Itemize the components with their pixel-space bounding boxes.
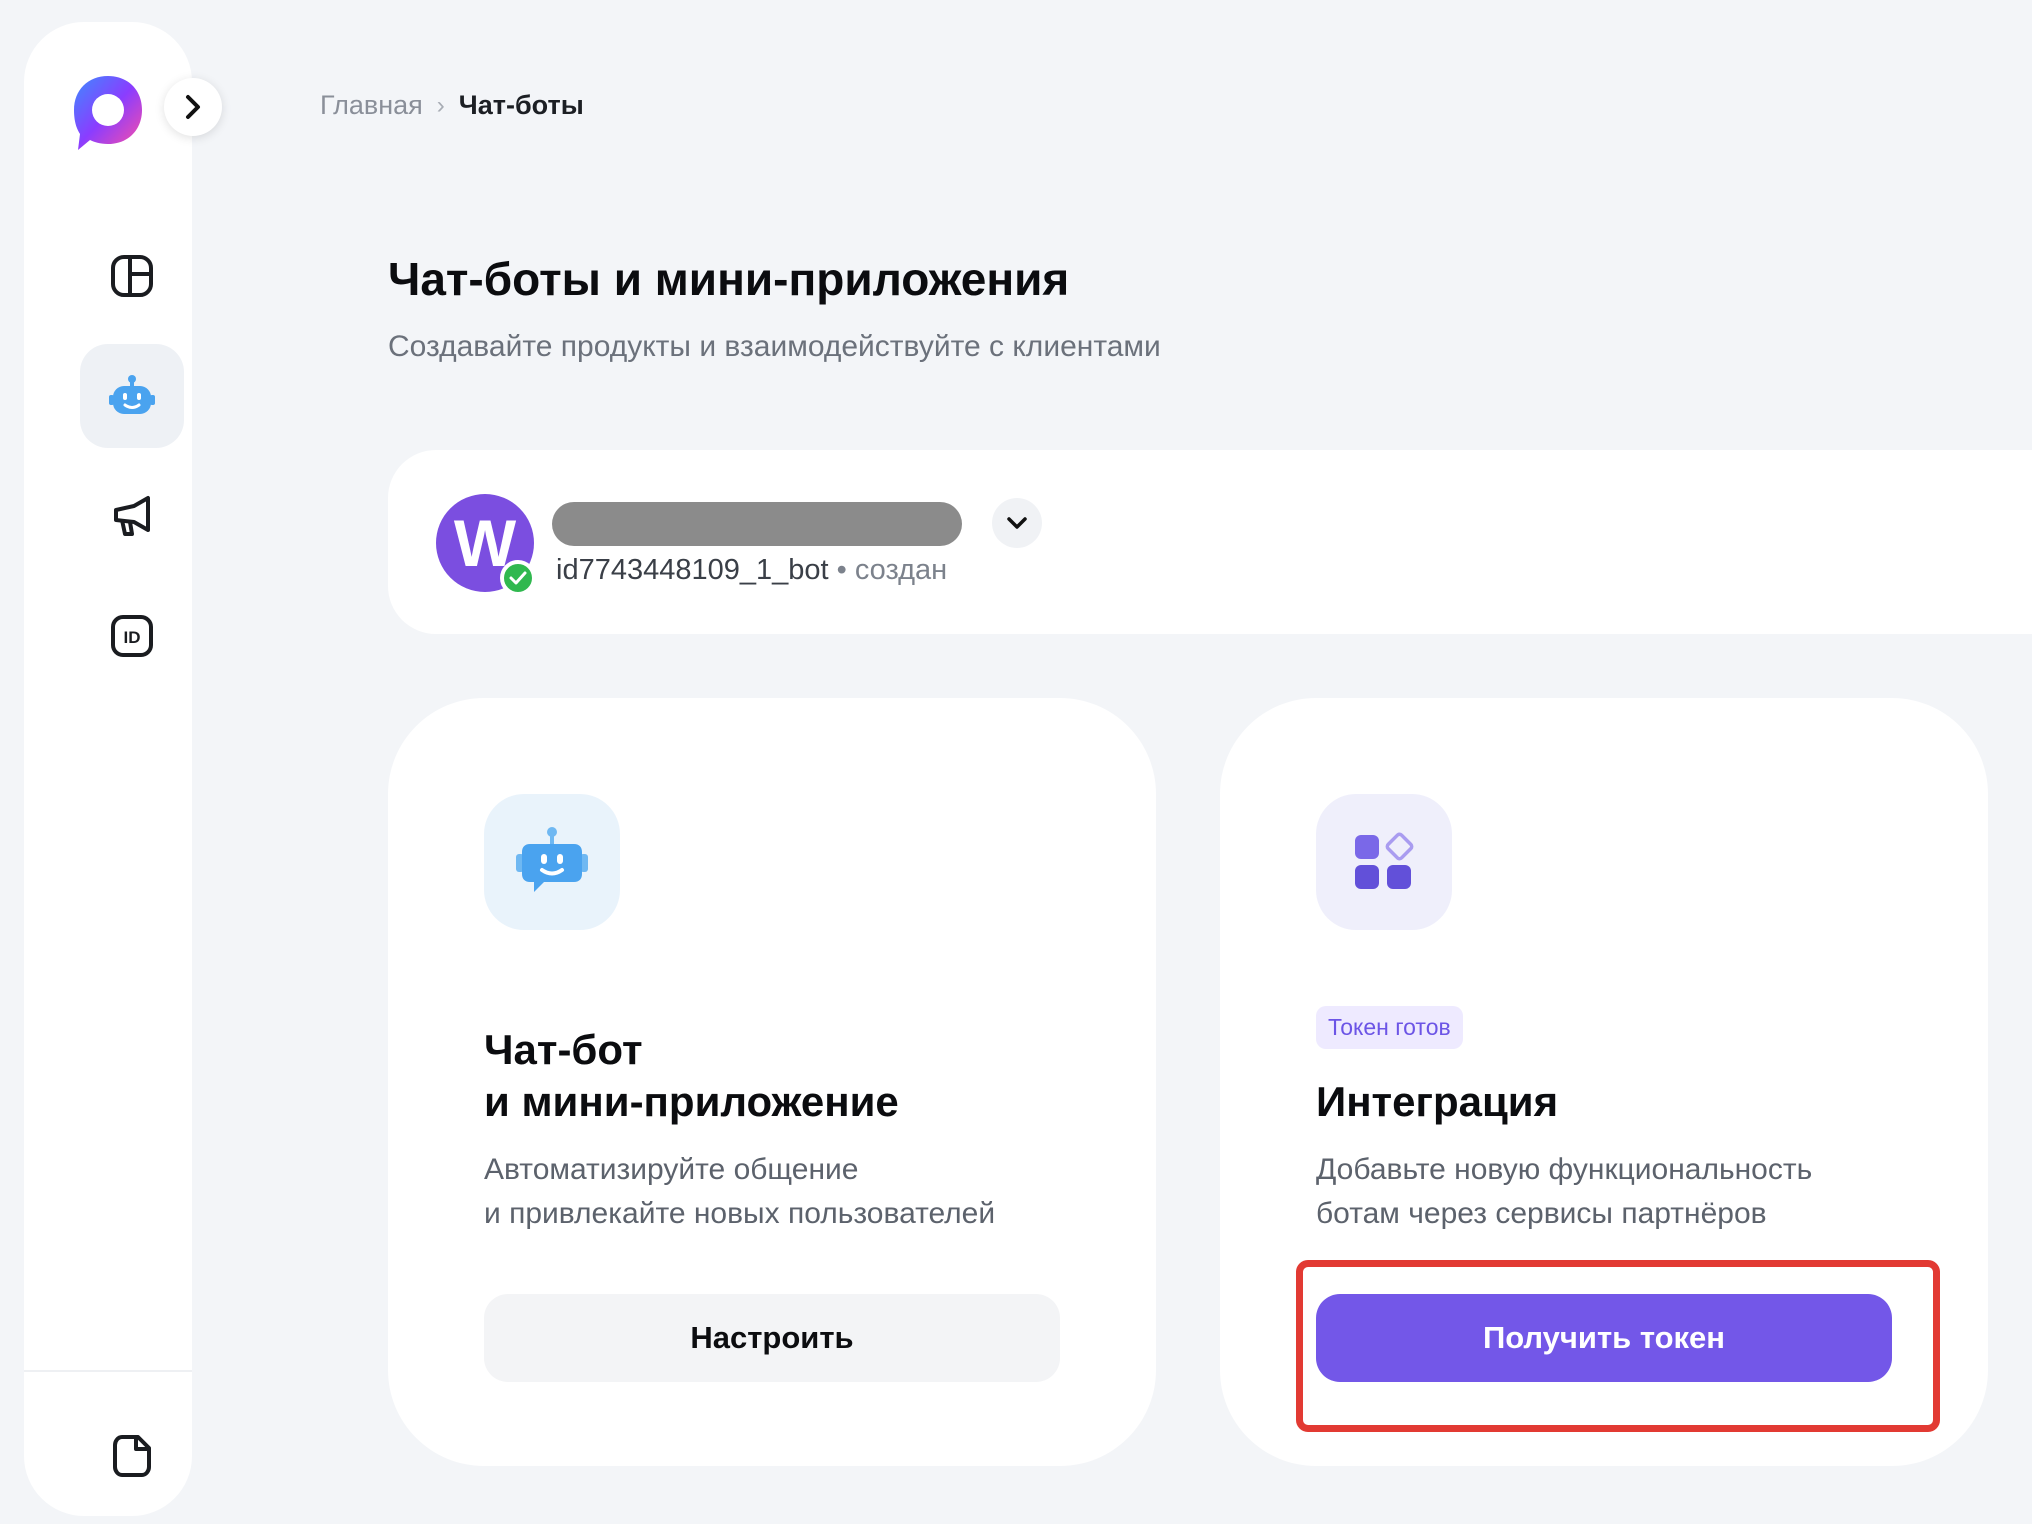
bot-dropdown-button[interactable] [992, 498, 1042, 548]
integration-card-title: Интеграция [1316, 1078, 1559, 1125]
integration-card-desc-line1: Добавьте новую функциональность [1316, 1153, 1813, 1186]
id-card-icon: ID [111, 615, 153, 657]
integration-card-desc-line2: ботам через сервисы партнёров [1316, 1197, 1767, 1230]
sidebar-expand-button[interactable] [164, 78, 222, 136]
chevron-down-icon [1007, 517, 1027, 529]
chatbot-card-title: Чат-бот и мини-приложение [484, 1024, 899, 1128]
integration-card-description: Добавьте новую функциональность ботам че… [1316, 1148, 1812, 1236]
dashboard-icon [111, 255, 153, 297]
breadcrumb-home[interactable]: Главная [320, 90, 423, 121]
chatbot-card-description: Автоматизируйте общение и привлекайте но… [484, 1148, 995, 1236]
sidebar-item-promotion[interactable] [80, 464, 184, 568]
sidebar: ID [24, 22, 192, 1516]
chatbot-card-title-line2: и мини-приложение [484, 1078, 899, 1125]
chevron-right-icon [186, 95, 200, 119]
get-token-button[interactable]: Получить токен [1316, 1294, 1892, 1382]
bot-meta: id7743448109_1_bot • создан [556, 554, 947, 587]
chatbot-card-icon [484, 794, 620, 930]
megaphone-icon [114, 496, 150, 536]
breadcrumb-current: Чат-боты [458, 90, 584, 120]
bot-selector-card[interactable]: W id7743448109_1_bot • создан [388, 450, 2032, 634]
chatbot-card-desc-line1: Автоматизируйте общение [484, 1153, 859, 1186]
sidebar-item-id[interactable]: ID [80, 584, 184, 688]
breadcrumb: Главная › Чат-боты [320, 90, 584, 121]
chatbot-card-desc-line2: и привлекайте новых пользователей [484, 1197, 996, 1230]
configure-button[interactable]: Настроить [484, 1294, 1060, 1382]
sidebar-item-dashboard[interactable] [80, 224, 184, 328]
sidebar-divider [24, 1370, 192, 1372]
app-logo[interactable] [68, 70, 148, 158]
integration-card-icon [1316, 794, 1452, 930]
bot-status: создан [854, 554, 948, 586]
page-title: Чат-боты и мини-приложения [388, 253, 1070, 305]
integration-card: Токен готов Интеграция Добавьте новую фу… [1220, 698, 1988, 1466]
chatbot-card-title-line1: Чат-бот [484, 1026, 643, 1073]
svg-text:ID: ID [124, 628, 141, 647]
bot-id: id7743448109_1_bot [556, 554, 829, 586]
document-icon [113, 1435, 151, 1477]
bot-icon [109, 375, 155, 414]
sidebar-item-docs[interactable] [80, 1404, 184, 1508]
sidebar-item-chatbots[interactable] [80, 344, 184, 448]
bot-status-separator: • [836, 554, 847, 586]
token-ready-badge: Токен готов [1316, 1006, 1463, 1049]
verified-check-icon [500, 560, 536, 596]
breadcrumb-separator: › [436, 91, 445, 119]
robot-chat-icon [516, 827, 588, 892]
chatbot-card: Чат-бот и мини-приложение Автоматизируйт… [388, 698, 1156, 1466]
bot-name-redacted [552, 502, 962, 546]
apps-icon [1355, 832, 1414, 889]
page-subtitle: Создавайте продукты и взаимодействуйте с… [388, 330, 1161, 363]
